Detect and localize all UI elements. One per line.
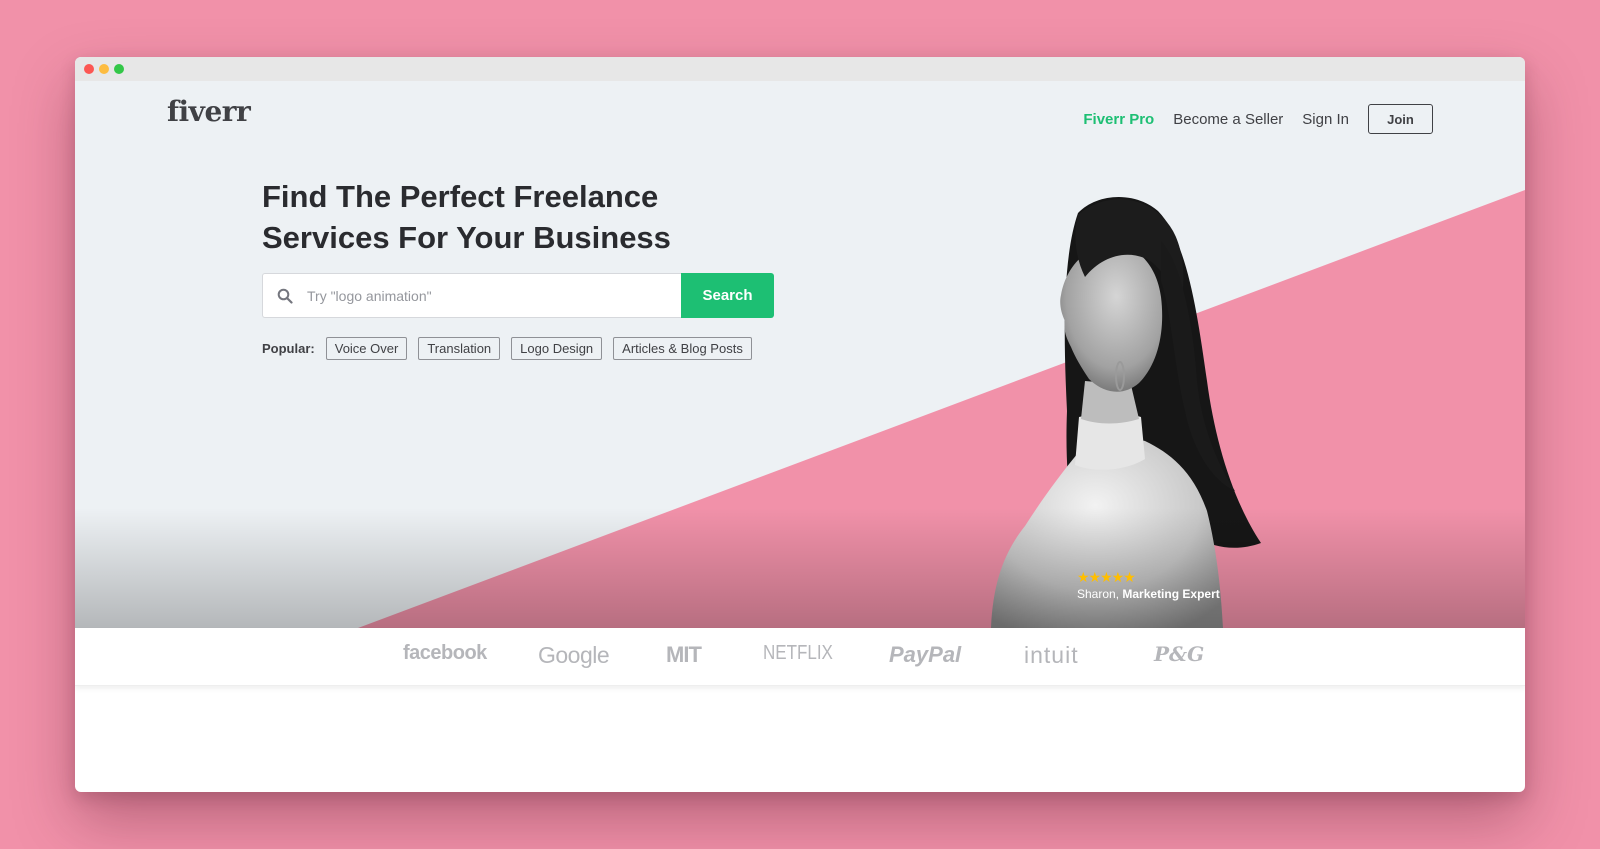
brand-logo-google: Google <box>538 642 610 668</box>
brand-logo-pg: P&G <box>1154 642 1205 666</box>
brand-logo-netflix: NETFLIX <box>763 642 833 664</box>
popular-tags: Popular: Voice Over Translation Logo Des… <box>262 337 763 360</box>
top-nav: Fiverr Pro Become a Seller Sign In Join <box>1083 104 1433 134</box>
seller-credit: Sharon, Marketing Expert <box>1077 587 1220 601</box>
rating-stars: ★★★★★ <box>1077 569 1136 585</box>
brand-logo-paypal: PayPal <box>889 642 962 667</box>
bottom-shade-overlay <box>75 508 1525 628</box>
search-button[interactable]: Search <box>681 273 774 318</box>
seller-name: Sharon, <box>1077 587 1120 601</box>
popular-label: Popular: <box>262 341 315 356</box>
search-icon <box>277 288 293 304</box>
popular-tag-translation[interactable]: Translation <box>418 337 501 360</box>
search-input[interactable] <box>305 286 665 305</box>
nav-sign-in[interactable]: Sign In <box>1302 111 1349 128</box>
nav-become-seller[interactable]: Become a Seller <box>1173 111 1283 128</box>
seller-title: Marketing Expert <box>1122 587 1220 601</box>
hero-headline: Find The Perfect Freelance Services For … <box>262 179 671 255</box>
brand-logo-mit: MIT <box>666 642 702 667</box>
join-button[interactable]: Join <box>1368 104 1433 134</box>
popular-tag-logo-design[interactable]: Logo Design <box>511 337 603 360</box>
popular-tag-articles-blog-posts[interactable]: Articles & Blog Posts <box>613 337 752 360</box>
hero-section: fiverr Fiverr Pro Become a Seller Sign I… <box>75 81 1525 628</box>
fiverr-logo[interactable]: fiverr <box>167 95 251 128</box>
search-field-wrapper[interactable] <box>262 273 681 318</box>
search-bar: Search <box>262 273 774 318</box>
seller-caption[interactable]: ★★★★★ Sharon, Marketing Expert <box>1077 569 1220 601</box>
minimize-window-button[interactable] <box>99 64 109 74</box>
brand-logo-intuit: intuit <box>1024 642 1079 668</box>
brand-logo-facebook: facebook <box>403 642 487 664</box>
popular-tag-voice-over[interactable]: Voice Over <box>325 337 408 360</box>
nav-fiverr-pro[interactable]: Fiverr Pro <box>1083 111 1154 128</box>
trusted-by-bar: facebook Google MIT NETFLIX PayPal intui… <box>75 628 1525 686</box>
window-titlebar <box>75 57 1525 81</box>
maximize-window-button[interactable] <box>114 64 124 74</box>
browser-window: fiverr Fiverr Pro Become a Seller Sign I… <box>75 57 1525 792</box>
close-window-button[interactable] <box>84 64 94 74</box>
